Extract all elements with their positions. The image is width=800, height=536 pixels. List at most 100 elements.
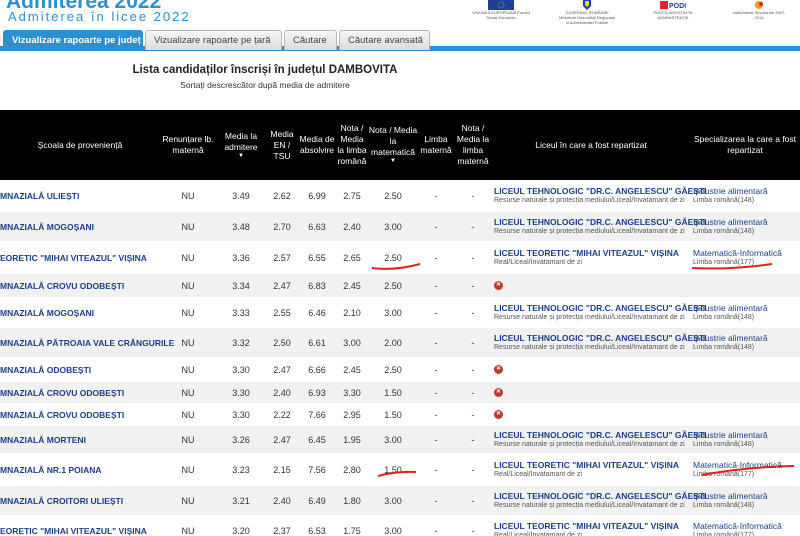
cell-mabs: 6.66	[308, 364, 326, 375]
table-row: MNAZIALĂ CROITORI ULIEȘTI NU 3.21 2.40 6.49 1…	[0, 486, 800, 516]
cell-liceu: ✕	[494, 274, 690, 297]
cell-nlm: -	[471, 409, 475, 420]
cell-madm: 3.30	[232, 387, 250, 398]
col-nota-matematica[interactable]: Nota / Media la matematică ▼	[368, 110, 418, 180]
cell-men: 2.70	[273, 221, 291, 232]
liceu-link[interactable]: LICEUL TEORETIC "MIHAI VITEAZUL" VIȘINA	[494, 521, 679, 531]
cell-lm: -	[434, 307, 438, 318]
specializare-language: Limba română(148)	[693, 228, 755, 235]
cell-school[interactable]: MNAZIALĂ MOGOȘANI	[0, 212, 160, 241]
cell-men: 2.57	[273, 252, 291, 263]
cell-lm: -	[434, 364, 438, 375]
col-media-admitere[interactable]: Media la admitere ▼	[216, 110, 266, 180]
cell-renuntare: NU	[181, 307, 195, 318]
cell-school[interactable]: MNAZIALĂ CROVU ODOBEȘTI	[0, 404, 160, 425]
rejected-icon: ✕	[494, 410, 503, 419]
cell-school[interactable]: MNAZIALĂ ODOBEȘTI	[0, 358, 160, 381]
cell-school[interactable]: EORETIC "MIHAI VITEAZUL" VIȘINA	[0, 516, 160, 536]
cell-mabs: 6.61	[308, 337, 326, 348]
specializare-link[interactable]: Industrie alimentară	[693, 333, 768, 343]
col-liceu[interactable]: Liceul în care a fost repartizat	[492, 110, 690, 180]
col-school[interactable]: Școala de proveniență	[0, 110, 160, 180]
cell-madm: 3.30	[232, 409, 250, 420]
eu-logo: UNIUNEA EUROPEANĂ Fondul Social European	[472, 0, 530, 20]
cell-school[interactable]: MNAZIALĂ MOGOȘANI	[0, 298, 160, 327]
cell-men: 2.62	[273, 190, 291, 201]
col-nota-limba-materna[interactable]: Nota / Media la limba maternă	[454, 110, 492, 180]
cell-school[interactable]: MNAZIALĂ ULIEȘTI	[0, 180, 160, 211]
liceu-details: Real/Liceal/Invatamant de zi	[494, 259, 582, 266]
tab-county-reports[interactable]: Vizualizare rapoarte pe județ	[3, 30, 143, 50]
cell-school[interactable]: MNAZIALĂ CROVU ODOBEȘTI	[0, 274, 160, 297]
liceu-link[interactable]: LICEUL TEHNOLOGIC "DR.C. ANGELESCU" GĂEȘ…	[494, 333, 707, 343]
cell-mabs: 7.66	[308, 409, 326, 420]
cell-nlm: -	[471, 280, 475, 291]
specializare-link[interactable]: Matematică-Informatică	[693, 248, 782, 258]
table-row: EORETIC "MIHAI VITEAZUL" VIȘINA NU 3.20 2.3…	[0, 516, 800, 536]
col-renuntare[interactable]: Renunțare lb. maternă	[160, 110, 216, 180]
cell-school[interactable]: MNAZIALĂ CROVU ODOBEȘTI	[0, 382, 160, 403]
cell-specializare: Industrie alimentară Limba română(148)	[693, 426, 800, 453]
cell-renuntare: NU	[181, 464, 195, 475]
liceu-details: Resurse naturale și protecția mediului/L…	[494, 344, 685, 351]
cell-renuntare: NU	[181, 221, 195, 232]
cell-mat: 3.00	[384, 495, 402, 506]
cell-school[interactable]: MNAZIALĂ MORTENI	[0, 426, 160, 453]
liceu-link[interactable]: LICEUL TEORETIC "MIHAI VITEAZUL" VIȘINA	[494, 460, 679, 470]
cell-nlm: -	[471, 495, 475, 506]
specializare-link[interactable]: Industrie alimentară	[693, 430, 768, 440]
cell-mat: 2.50	[384, 190, 402, 201]
red-annotation-underline	[371, 263, 421, 270]
rejected-icon: ✕	[494, 281, 503, 290]
cell-mabs: 6.49	[308, 495, 326, 506]
liceu-link[interactable]: LICEUL TEHNOLOGIC "DR.C. ANGELESCU" GĂEȘ…	[494, 491, 707, 501]
cell-liceu: LICEUL TEORETIC "MIHAI VITEAZUL" VIȘINA R…	[494, 516, 690, 536]
cell-nlm: -	[471, 307, 475, 318]
liceu-link[interactable]: LICEUL TEHNOLOGIC "DR.C. ANGELESCU" GĂEȘ…	[494, 430, 707, 440]
tab-advanced-search[interactable]: Căutare avansată	[339, 30, 430, 50]
cell-nlm: -	[471, 364, 475, 375]
cell-school[interactable]: EORETIC "MIHAI VITEAZUL" VIȘINA	[0, 242, 160, 273]
government-logo: GUVERNUL ROMÂNIEI Ministerul Dezvoltării…	[558, 0, 616, 25]
rejected-icon: ✕	[494, 388, 503, 397]
cell-nlm: -	[471, 252, 475, 263]
cell-liceu: ✕	[494, 382, 690, 403]
cell-liceu: LICEUL TEHNOLOGIC "DR.C. ANGELESCU" GĂEȘ…	[494, 328, 707, 357]
specializare-link[interactable]: Industrie alimentară	[693, 303, 768, 313]
liceu-link[interactable]: LICEUL TEHNOLOGIC "DR.C. ANGELESCU" GĂEȘ…	[494, 186, 707, 196]
cell-ro: 1.95	[343, 434, 361, 445]
cell-lm: -	[434, 190, 438, 201]
liceu-link[interactable]: LICEUL TEORETIC "MIHAI VITEAZUL" VIȘINA	[494, 248, 679, 258]
tab-country-reports[interactable]: Vizualizare rapoarte pe țară	[145, 30, 282, 50]
cell-mabs: 6.45	[308, 434, 326, 445]
cell-lm: -	[434, 409, 438, 420]
col-limba-materna[interactable]: Limba maternă	[418, 110, 454, 180]
cell-nlm: -	[471, 190, 475, 201]
cell-school[interactable]: MNAZIALĂ PĂTROAIA VALE CRÂNGURILE	[0, 328, 174, 357]
col-media-absolvire[interactable]: Media de absolvire	[298, 110, 336, 180]
specializare-link[interactable]: Industrie alimentară	[693, 491, 768, 501]
cell-men: 2.47	[273, 434, 291, 445]
tab-search[interactable]: Căutare	[284, 30, 337, 50]
cell-school[interactable]: MNAZIALĂ CROITORI ULIEȘTI	[0, 486, 160, 515]
cell-men: 2.50	[273, 337, 291, 348]
cell-school[interactable]: MNAZIALĂ NR.1 POIANA	[0, 454, 160, 485]
cell-ro: 2.95	[343, 409, 361, 420]
cell-men: 2.55	[273, 307, 291, 318]
col-nota-romana[interactable]: Nota / Media la limba română	[336, 110, 368, 180]
liceu-link[interactable]: LICEUL TEHNOLOGIC "DR.C. ANGELESCU" GĂEȘ…	[494, 217, 707, 227]
cell-ro: 2.10	[343, 307, 361, 318]
cell-madm: 3.36	[232, 252, 250, 263]
col-media-en[interactable]: Media EN / TSU	[266, 110, 298, 180]
cell-liceu: LICEUL TEHNOLOGIC "DR.C. ANGELESCU" GĂEȘ…	[494, 180, 707, 211]
cell-mabs: 7.56	[308, 464, 326, 475]
cell-nlm: -	[471, 434, 475, 445]
liceu-link[interactable]: LICEUL TEHNOLOGIC "DR.C. ANGELESCU" GĂEȘ…	[494, 303, 707, 313]
specializare-link[interactable]: Industrie alimentară	[693, 186, 768, 196]
cell-nlm: -	[471, 464, 475, 475]
cell-renuntare: NU	[181, 280, 195, 291]
col-specializare[interactable]: Specializarea la care a fost repartizat	[690, 110, 800, 180]
specializare-link[interactable]: Industrie alimentară	[693, 217, 768, 227]
specializare-link[interactable]: Matematică-Informatică	[693, 521, 782, 531]
table-row: MNAZIALĂ ODOBEȘTI NU 3.30 2.47 6.66 2.45 2.50 -…	[0, 358, 800, 382]
